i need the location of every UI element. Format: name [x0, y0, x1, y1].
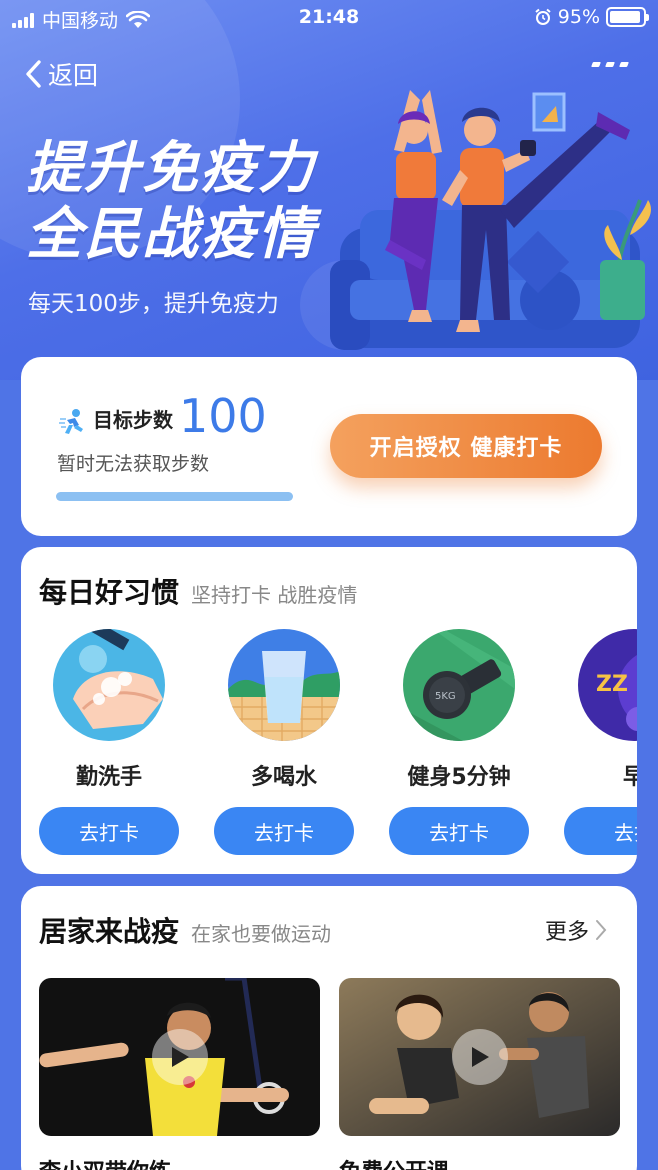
step-goal: 目标步数 100 — [57, 393, 267, 439]
checkin-button[interactable]: 去打 — [564, 807, 637, 855]
play-icon[interactable] — [451, 1029, 508, 1085]
checkin-button[interactable]: 去打卡 — [389, 807, 529, 855]
step-progress-bar — [56, 492, 293, 501]
habit-name: 多喝水 — [250, 765, 317, 790]
home-workout-title: 居家来战疫 — [39, 915, 180, 948]
battery-icon — [606, 7, 649, 27]
step-goal-card: 目标步数 100 暂时无法获取步数 开启授权 健康打卡 — [21, 357, 637, 536]
video-title[interactable]: 李小双带你练 — [39, 1154, 171, 1170]
goal-label: 目标步数 — [93, 408, 173, 432]
authorize-checkin-button[interactable]: 开启授权 健康打卡 — [330, 414, 602, 478]
daily-habits-card: 每日好习惯 坚持打卡 战胜疫情 勤洗手 去打卡 多喝水 去打卡 5KG 健身5分… — [21, 547, 637, 874]
hero-title-line2: 全民战疫情 — [26, 202, 316, 267]
habit-item-drink-water: 多喝水 去打卡 — [214, 629, 354, 855]
home-workout-subtitle: 在家也要做运动 — [191, 922, 332, 946]
habit-name: 健身5分钟 — [407, 765, 511, 790]
habit-name: 勤洗手 — [75, 765, 142, 790]
hero-banner: 中国移动 21:48 95% 返回 提升免疫力 全民战疫情 每天100步，提升免… — [0, 0, 658, 380]
play-icon[interactable] — [151, 1029, 208, 1085]
checkin-button[interactable]: 去打卡 — [214, 807, 354, 855]
hero-subtitle: 每天100步，提升免疫力 — [28, 291, 279, 317]
hand-wash-icon — [53, 629, 165, 741]
alarm-icon — [535, 8, 551, 25]
more-label: 更多 — [544, 920, 589, 945]
chevron-right-icon — [596, 920, 607, 940]
habit-name: 早 — [622, 765, 637, 790]
habit-item-wash-hands: 勤洗手 去打卡 — [39, 629, 179, 855]
back-label: 返回 — [48, 61, 99, 90]
habit-item-sleep: ZZ 早 去打 — [564, 629, 637, 855]
water-glass-icon — [228, 629, 340, 741]
back-button[interactable]: 返回 — [24, 56, 98, 92]
habits-title: 每日好习惯 — [39, 576, 180, 609]
video-title[interactable]: 免费公开课 — [339, 1154, 449, 1170]
habit-item-fitness: 5KG 健身5分钟 去打卡 — [389, 629, 529, 855]
chevron-left-icon — [26, 60, 41, 88]
goal-value: 100 — [179, 389, 267, 443]
home-workout-card: 居家来战疫 在家也要做运动 更多 — [21, 886, 637, 1170]
dumbbell-icon: 5KG — [403, 629, 515, 741]
video-card-open-class[interactable] — [339, 978, 620, 1136]
more-link[interactable]: 更多 — [545, 914, 607, 946]
hero-title: 提升免疫力 全民战疫情 — [26, 136, 316, 268]
home-workout-header: 居家来战疫 在家也要做运动 — [39, 910, 331, 950]
hero-title-line1: 提升免疫力 — [26, 136, 316, 201]
svg-text:ZZ: ZZ — [596, 672, 628, 697]
exercise-illustration — [330, 90, 651, 350]
habits-header: 每日好习惯 坚持打卡 战胜疫情 — [39, 571, 357, 611]
battery-percent: 95% — [557, 6, 600, 28]
checkin-button[interactable]: 去打卡 — [39, 807, 179, 855]
video-card-gymnastics[interactable] — [39, 978, 320, 1136]
dumbbell-label: 5KG — [435, 691, 456, 702]
status-bar: 中国移动 21:48 95% — [0, 0, 658, 36]
step-hint: 暂时无法获取步数 — [57, 453, 210, 475]
sleep-moon-icon: ZZ — [578, 629, 637, 741]
running-icon — [59, 409, 83, 434]
habits-subtitle: 坚持打卡 战胜疫情 — [191, 583, 358, 607]
